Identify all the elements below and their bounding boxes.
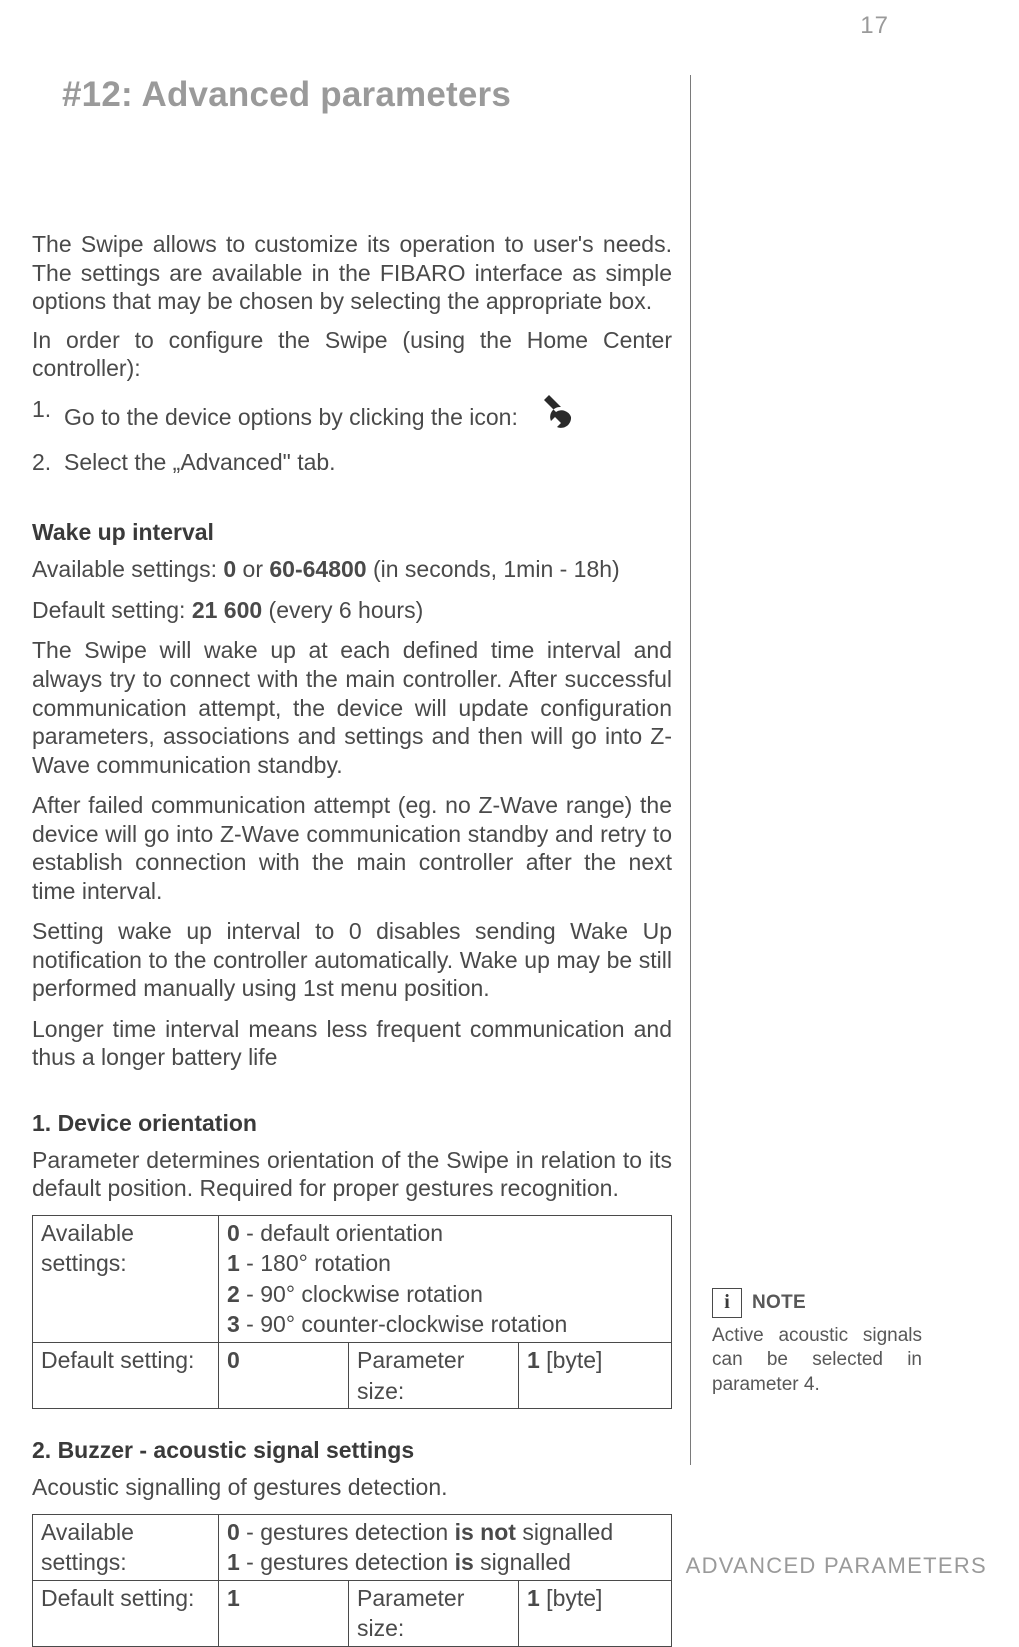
section-title: #12: Advanced parameters (62, 75, 672, 115)
wakeup-available-sep: or (236, 556, 269, 582)
param-2-opt0-emph: is not (455, 1519, 516, 1545)
param-2-available-label: Available settings: (33, 1514, 219, 1580)
param-1-heading: 1. Device orientation (32, 1110, 672, 1137)
wakeup-p4: Longer time interval means less frequent… (32, 1015, 672, 1072)
page-number: 17 (860, 12, 889, 40)
vertical-rule (690, 75, 691, 1465)
param-2-opt0-t2: signalled (516, 1519, 613, 1545)
param-1-opt1-value: 1 (227, 1250, 240, 1276)
sidebar-note: i NOTE Active acoustic signals can be se… (712, 1288, 922, 1397)
param-2-desc: Acoustic signalling of gestures detectio… (32, 1473, 672, 1502)
param-2-default-label: Default setting: (33, 1580, 219, 1646)
wakeup-default-label: Default setting: (32, 597, 192, 623)
intro-paragraph-1: The Swipe allows to customize its operat… (32, 230, 672, 316)
param-2-default-value-text: 1 (227, 1585, 240, 1611)
table-row: Default setting: 1 Parameter size: 1 [by… (33, 1580, 672, 1646)
param-1-opt2-value: 2 (227, 1281, 240, 1307)
param-2-opt1-t2: signalled (474, 1549, 571, 1575)
param-1-psize-unit: [byte] (540, 1347, 603, 1373)
param-1-opt0-text: - default orientation (240, 1220, 443, 1246)
wakeup-available-v2: 60-64800 (269, 556, 366, 582)
wakeup-heading: Wake up interval (32, 519, 672, 546)
param-1-table: Available settings: 0 - default orientat… (32, 1215, 672, 1409)
param-2-opt0-value: 0 (227, 1519, 240, 1545)
wrench-icon (534, 393, 576, 440)
wakeup-default-tail: (every 6 hours) (262, 597, 423, 623)
param-2-opt1-emph: is (455, 1549, 474, 1575)
wakeup-available-label: Available settings: (32, 556, 223, 582)
param-2-available-options: 0 - gestures detection is not signalled … (219, 1514, 672, 1580)
footer-section-name: ADVANCED PARAMETERS (686, 1553, 987, 1579)
wakeup-p3: Setting wake up interval to 0 disables s… (32, 917, 672, 1003)
param-1-psize-value: 1 [byte] (519, 1343, 672, 1409)
param-2-heading: 2. Buzzer - acoustic signal settings (32, 1437, 672, 1464)
param-2-psize-value: 1 [byte] (519, 1580, 672, 1646)
main-column: #12: Advanced parameters The Swipe allow… (32, 75, 672, 1647)
note-body: Active acoustic signals can be selected … (712, 1324, 922, 1397)
wakeup-block: Wake up interval Available settings: 0 o… (32, 519, 672, 1071)
param-2-psize-num: 1 (527, 1585, 540, 1611)
info-icon: i (712, 1288, 742, 1318)
param-1-opt2-text: - 90° clockwise rotation (240, 1281, 483, 1307)
wakeup-available: Available settings: 0 or 60-64800 (in se… (32, 555, 672, 584)
param-1-opt3-text: - 90° counter-clockwise rotation (240, 1311, 568, 1337)
param-1-default-label: Default setting: (33, 1343, 219, 1409)
param-2-psize-label: Parameter size: (349, 1580, 519, 1646)
param-2-opt0-t1: - gestures detection (240, 1519, 455, 1545)
note-title: NOTE (752, 1291, 806, 1315)
param-2-opt1-t1: - gestures detection (240, 1549, 455, 1575)
config-steps: Go to the device options by clicking the… (32, 395, 672, 478)
param-1-default-value-text: 0 (227, 1347, 240, 1373)
param-1-opt3-value: 3 (227, 1311, 240, 1337)
param-2-table: Available settings: 0 - gestures detecti… (32, 1514, 672, 1647)
wakeup-available-tail: (in seconds, 1min - 18h) (367, 556, 620, 582)
wakeup-default-value: 21 600 (192, 597, 262, 623)
param-2-block: 2. Buzzer - acoustic signal settings Aco… (32, 1437, 672, 1647)
param-1-default-value: 0 (219, 1343, 349, 1409)
param-2-default-value: 1 (219, 1580, 349, 1646)
param-1-opt1-text: - 180° rotation (240, 1250, 391, 1276)
wakeup-available-v1: 0 (223, 556, 236, 582)
param-1-opt0-value: 0 (227, 1220, 240, 1246)
manual-page: 17 #12: Advanced parameters The Swipe al… (0, 0, 1019, 1601)
param-2-opt1-value: 1 (227, 1549, 240, 1575)
config-step-1-text: Go to the device options by clicking the… (64, 403, 518, 429)
table-row: Available settings: 0 - default orientat… (33, 1215, 672, 1342)
param-1-block: 1. Device orientation Parameter determin… (32, 1110, 672, 1410)
param-2-psize-unit: [byte] (540, 1585, 603, 1611)
note-header: i NOTE (712, 1288, 922, 1318)
wakeup-p2: After failed communication attempt (eg. … (32, 791, 672, 905)
param-1-available-label: Available settings: (33, 1215, 219, 1342)
param-1-psize-label: Parameter size: (349, 1343, 519, 1409)
param-1-available-options: 0 - default orientation 1 - 180° rotatio… (219, 1215, 672, 1342)
table-row: Available settings: 0 - gestures detecti… (33, 1514, 672, 1580)
table-row: Default setting: 0 Parameter size: 1 [by… (33, 1343, 672, 1409)
param-1-psize-num: 1 (527, 1347, 540, 1373)
wakeup-p1: The Swipe will wake up at each defined t… (32, 636, 672, 779)
config-step-1: Go to the device options by clicking the… (32, 395, 672, 442)
param-1-desc: Parameter determines orientation of the … (32, 1146, 672, 1203)
wakeup-default: Default setting: 21 600 (every 6 hours) (32, 596, 672, 625)
config-step-2: Select the „Advanced" tab. (32, 448, 672, 477)
intro-paragraph-2: In order to configure the Swipe (using t… (32, 326, 672, 383)
